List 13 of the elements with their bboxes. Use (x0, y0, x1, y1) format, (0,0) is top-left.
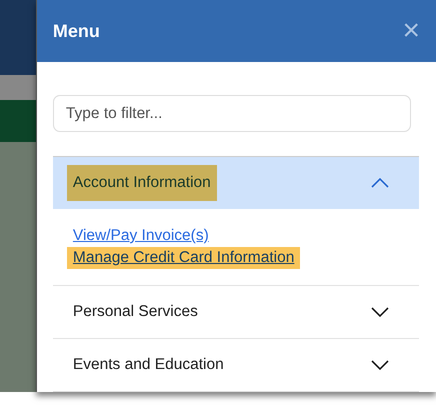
section-header[interactable]: Events and Education (52, 339, 419, 391)
chevron-down-icon (370, 307, 389, 317)
chevron-down-icon (370, 360, 389, 370)
section-title: Events and Education (72, 355, 225, 375)
section-header[interactable]: Account Information (52, 157, 419, 209)
filter-field[interactable]: Type to filter... (52, 95, 411, 132)
section-title: Personal Services (72, 302, 199, 322)
menu-title: Menu (52, 20, 100, 42)
menu-link[interactable]: Manage Credit Card Information (66, 247, 300, 269)
section-title: Account Information (66, 165, 217, 201)
chevron-up-icon (370, 178, 389, 188)
section-header[interactable]: Personal Services (52, 286, 419, 338)
menu-link[interactable]: View/Pay Invoice(s) (66, 225, 215, 247)
